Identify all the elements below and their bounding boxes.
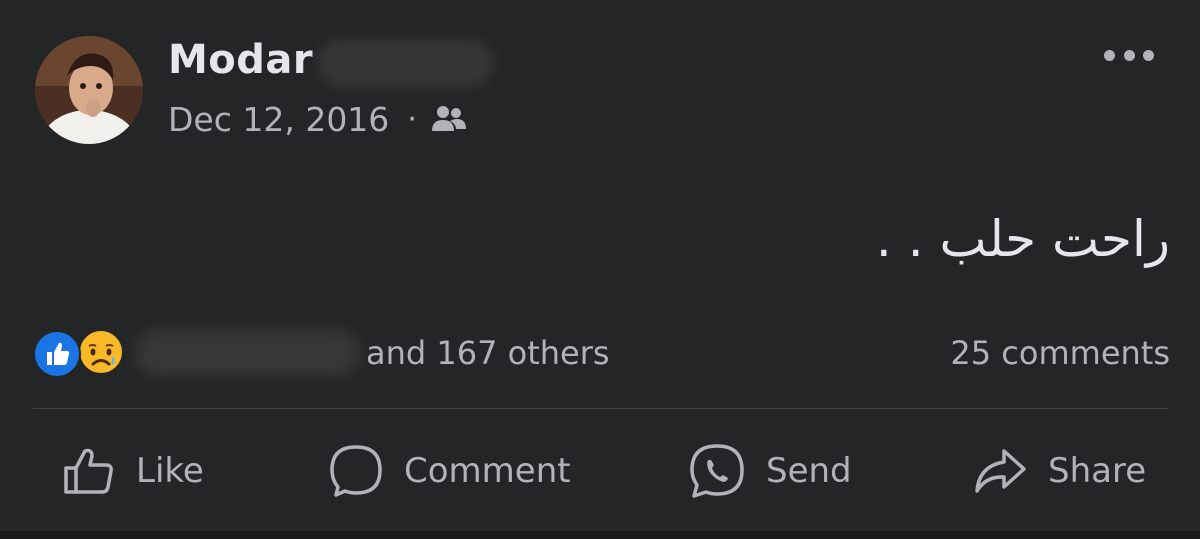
action-bar: Like Comment Send Share [0,430,1200,514]
send-button[interactable]: Send [688,438,852,504]
share-arrow-icon [975,449,1026,493]
post-text: راحت حلب . . [875,210,1170,268]
feed-gap [0,531,1200,539]
author-name[interactable]: Modar [168,36,313,84]
sad-reaction-icon [77,328,125,376]
send-label: Send [766,451,852,491]
comments-count[interactable]: 25 comments [950,334,1170,372]
more-options-icon[interactable] [1104,42,1154,68]
comment-button[interactable]: Comment [328,438,571,504]
meta-separator: · [407,101,417,137]
divider [33,408,1169,409]
post-date[interactable]: Dec 12, 2016 [168,100,389,139]
reactions-others-text[interactable]: and 167 others [366,334,610,372]
post-card: Modar Dec 12, 2016 · راحت حلب . . and 16… [0,0,1200,531]
post-meta: Dec 12, 2016 · [168,98,467,140]
like-button[interactable]: Like [62,438,204,504]
share-label: Share [1048,451,1147,491]
like-reaction-icon [33,330,81,378]
redacted-reactor-name [135,330,360,376]
reactions-summary[interactable]: and 167 others [33,328,633,378]
comment-bubble-icon [330,445,382,497]
author-avatar[interactable] [35,36,143,144]
messenger-send-icon [690,444,744,498]
share-button[interactable]: Share [972,438,1146,504]
friends-icon[interactable] [431,104,467,134]
comment-label: Comment [404,451,571,491]
thumbs-up-icon [64,448,113,494]
like-label: Like [136,451,204,491]
redacted-name [318,40,493,86]
